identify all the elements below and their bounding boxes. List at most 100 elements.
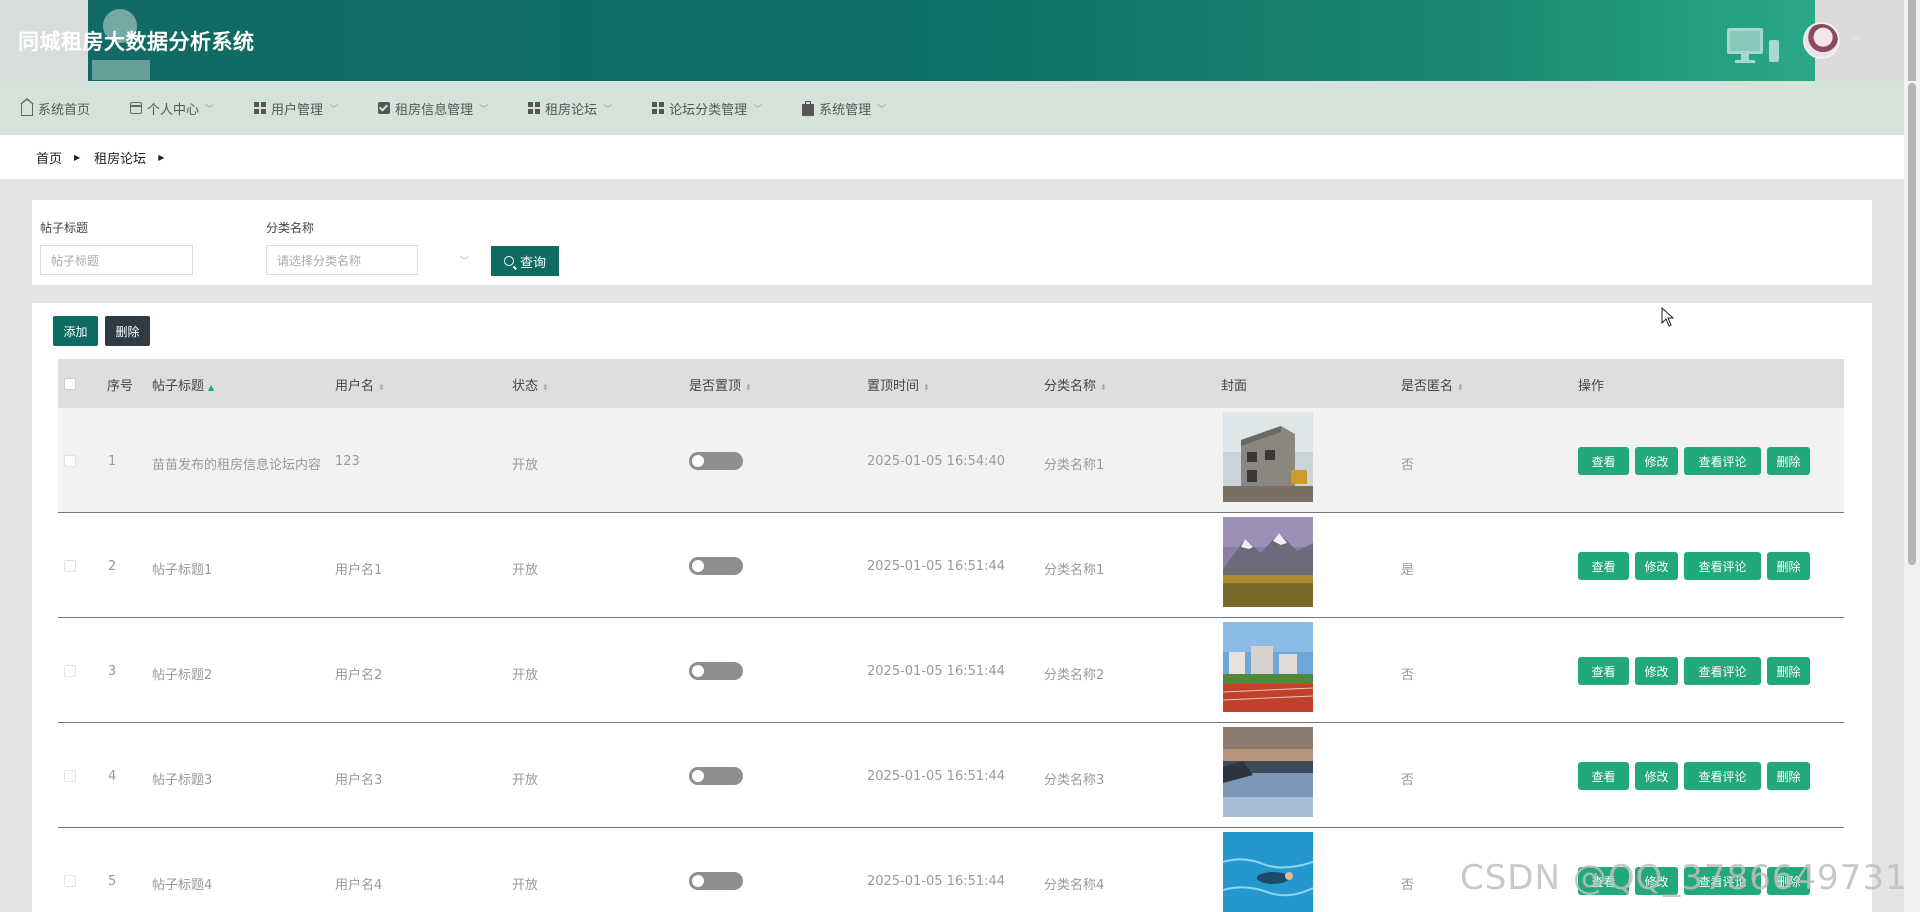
column-header-index: 序号 [107,379,134,394]
column-header-top-time[interactable]: 置顶时间 ⬍ [867,375,930,394]
delete-button[interactable]: 删除 [1767,657,1810,685]
is-top-toggle[interactable] [689,662,743,680]
row-index: 5 [108,874,117,889]
nav-item-user-management[interactable]: 用户管理 ﹀ [254,99,338,118]
edit-button[interactable]: 修改 [1635,552,1678,580]
row-category: 分类名称3 [1044,773,1105,788]
column-header-title[interactable]: 帖子标题 ▲ [152,375,214,394]
scrollbar-thumb-top[interactable] [1908,0,1916,81]
chevron-down-icon: ﹀ [603,104,613,115]
row-checkbox[interactable] [64,665,76,677]
cover-image[interactable] [1223,832,1313,912]
batch-delete-button[interactable]: 删除 [105,316,150,346]
add-button[interactable]: 添加 [53,316,98,346]
sort-icon[interactable]: ⬍ [542,383,549,392]
edit-button[interactable]: 修改 [1635,762,1678,790]
delete-button[interactable]: 删除 [1767,447,1810,475]
is-top-toggle[interactable] [689,452,743,470]
table-row[interactable]: 3 帖子标题2 用户名2 开放 2025-01-05 16:51:44 分类名称… [58,618,1844,723]
cover-image[interactable] [1223,622,1313,712]
table-row[interactable]: 2 帖子标题1 用户名1 开放 2025-01-05 16:51:44 分类名称… [58,513,1844,618]
row-anonymous: 否 [1401,458,1415,473]
main-nav: 系统首页 个人中心 ﹀ 用户管理 ﹀ 租房信息管理 ﹀ 租房论坛 ﹀ 论坛分类管… [0,81,1904,135]
view-comments-button[interactable]: 查看评论 [1684,447,1761,475]
view-button[interactable]: 查看 [1578,447,1629,475]
select-all-checkbox[interactable] [64,378,76,390]
view-comments-button[interactable]: 查看评论 [1684,657,1761,685]
column-header-label: 是否匿名 [1401,379,1454,394]
monitor-icon [1727,28,1779,63]
nav-item-personal-center[interactable]: 个人中心 ﹀ [130,99,214,118]
nav-item-system[interactable]: 系统管理 ﹀ [802,99,886,118]
query-button[interactable]: 查询 [491,246,559,276]
sort-icon[interactable]: ⬍ [378,383,385,392]
table-row[interactable]: 4 帖子标题3 用户名3 开放 2025-01-05 16:51:44 分类名称… [58,723,1844,828]
row-checkbox[interactable] [64,875,76,887]
nav-item-label: 论坛分类管理 [669,102,748,118]
row-checkbox[interactable] [64,770,76,782]
nav-item-forum-category[interactable]: 论坛分类管理 ﹀ [652,99,762,118]
chevron-right-icon: ▶ [158,152,165,162]
title-filter-label: 帖子标题 [40,221,89,235]
delete-button[interactable]: 删除 [1767,762,1810,790]
page-scrollbar[interactable] [1904,81,1920,912]
row-index: 3 [108,664,117,679]
breadcrumb-current[interactable]: 租房论坛 [94,148,146,167]
chevron-right-icon: ▶ [74,152,81,162]
column-header-label: 是否置顶 [689,379,742,394]
column-header-label: 帖子标题 [152,379,205,394]
view-button[interactable]: 查看 [1578,657,1629,685]
avatar[interactable] [1803,22,1840,59]
home-icon [20,98,34,116]
row-index: 4 [108,769,117,784]
chevron-down-icon: ﹀ [329,104,339,115]
nav-item-rental-info[interactable]: 租房信息管理 ﹀ [378,99,488,118]
table-row[interactable]: 1 苗苗发布的租房信息论坛内容 123 开放 2025-01-05 16:54:… [58,408,1844,513]
row-checkbox[interactable] [64,560,76,572]
chevron-down-icon[interactable]: ▼ [1852,34,1860,45]
search-panel: 帖子标题 帖子标题 分类名称 请选择分类名称 ﹀ 查询 [32,200,1872,285]
sort-icon[interactable]: ⬍ [1100,383,1107,392]
is-top-toggle[interactable] [689,767,743,785]
column-header-anonymous[interactable]: 是否匿名 ⬍ [1401,375,1464,394]
nav-item-label: 个人中心 [147,102,200,118]
cover-image[interactable] [1223,412,1313,502]
row-status: 开放 [512,458,539,473]
edit-button[interactable]: 修改 [1635,447,1678,475]
is-top-toggle[interactable] [689,872,743,890]
cover-image[interactable] [1223,727,1313,817]
view-button[interactable]: 查看 [1578,552,1629,580]
row-username: 用户名1 [335,563,383,578]
view-comments-button[interactable]: 查看评论 [1684,762,1761,790]
row-category: 分类名称1 [1044,563,1105,578]
sort-icon[interactable]: ⬍ [1457,383,1464,392]
chevron-down-icon[interactable]: ﹀ [460,254,469,267]
column-header-username[interactable]: 用户名 ⬍ [335,375,385,394]
breadcrumb-home[interactable]: 首页 [36,148,62,167]
row-status: 开放 [512,668,539,683]
column-header-category[interactable]: 分类名称 ⬍ [1044,375,1107,394]
is-top-toggle[interactable] [689,557,743,575]
edit-button[interactable]: 修改 [1635,657,1678,685]
table-panel: 添加 删除 序号 帖子标题 ▲ 用户名 ⬍ 状态 ⬍ 是否置顶 ⬍ 置顶时间 ⬍ 分类名称… [32,303,1872,912]
row-checkbox[interactable] [64,455,76,467]
scrollbar-thumb[interactable] [1908,83,1916,565]
sort-up-icon[interactable]: ▲ [208,383,214,392]
delete-button[interactable]: 删除 [1767,552,1810,580]
chevron-down-icon: ﹀ [205,104,215,115]
view-button[interactable]: 查看 [1578,762,1629,790]
view-comments-button[interactable]: 查看评论 [1684,552,1761,580]
sort-icon[interactable]: ⬍ [923,383,930,392]
nav-item-home[interactable]: 系统首页 [20,98,90,118]
category-select[interactable]: 请选择分类名称 [266,245,418,275]
nav-item-forum[interactable]: 租房论坛 ﹀ [528,99,612,118]
nav-item-label: 租房论坛 [545,102,598,118]
column-header-status[interactable]: 状态 ⬍ [512,375,549,394]
sort-icon[interactable]: ⬍ [745,383,752,392]
row-title: 苗苗发布的租房信息论坛内容 [152,458,322,473]
title-search-input[interactable]: 帖子标题 [40,245,193,275]
chevron-down-icon: ﹀ [753,104,763,115]
cover-image[interactable] [1223,517,1313,607]
category-filter-label: 分类名称 [266,221,315,235]
column-header-is-top[interactable]: 是否置顶 ⬍ [689,375,752,394]
